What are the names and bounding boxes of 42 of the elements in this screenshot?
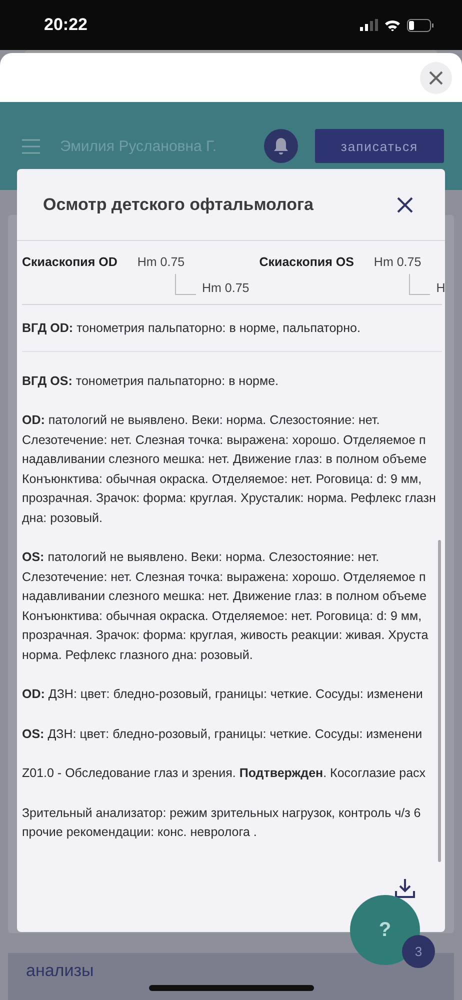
text-line: Конъюнктива: обычная окраска. Отделяемое: нет. Роговица: d: 9 мм,: [22, 470, 423, 488]
text-line: дна: розовый.: [22, 510, 104, 527]
text-line: Слезотечение: нет. Слезная точка: выражена: хорошо. Отделяемое п: [22, 432, 427, 449]
text-line: OD: ДЗН: цвет: бледно-розовый, границы: четкие. Сосуды: изменени: [22, 686, 424, 703]
text-line: прозрачная. Зрачок: форма: круглая, живость реакции: живая. Хруста: [22, 627, 430, 644]
text-line: Слезотечение: нет. Слезная точка: выражена: хорошо. Отделяемое п: [22, 568, 427, 586]
text-line: ВГД OD: тонометрия пальпаторно: в норме, пальпаторно.: [22, 320, 362, 337]
field-value: Hm 0.75: [202, 281, 250, 295]
signal-icon: [360, 19, 378, 31]
text-line: норма. Рефлекс глазного дна: розовый.: [22, 646, 254, 664]
status-time: 20:22: [44, 15, 88, 35]
text-line: прозрачная. Зрачок: форма: круглая. Хрусталик: норма. Рефлекс глазн: [22, 490, 437, 507]
text-line: OS: патологий не выявлено. Веки: норма. Слезостояние: нет.: [22, 549, 380, 566]
text-line: ВГД OS: тонометрия пальпаторно: в норме.: [22, 372, 280, 390]
text-line: надавливании слезного мешка: нет. Движение глаз: в полном объеме: [22, 451, 428, 468]
field-value: Hm 0.75: [374, 255, 422, 269]
field-label: Скиаскопия OS: [259, 255, 354, 269]
bracket-line: [409, 274, 430, 295]
text-line: OD: патологий не выявлено. Веки: норма. Слезостояние: нет.: [22, 412, 381, 429]
signup-button[interactable]: записаться: [315, 129, 444, 163]
close-button[interactable]: [420, 62, 452, 94]
field-value: Hm 0.75: [137, 255, 185, 269]
download-icon: [395, 878, 415, 898]
bracket-line: [175, 274, 196, 295]
download-button[interactable]: [395, 878, 415, 898]
field-value: H: [436, 281, 445, 295]
text-line: Конъюнктива: обычная окраска. Отделяемое: нет. Роговица: d: 9 мм,: [22, 608, 423, 625]
bell-icon: [273, 137, 289, 155]
close-button[interactable]: [397, 196, 413, 212]
text-line: OS: ДЗН: цвет: бледно-розовый, границы: четкие. Сосуды: изменени: [22, 726, 424, 743]
section-title: анализы: [26, 961, 94, 980]
text-line: Зрительный анализатор: режим зрительных нагрузок, контроль ч/з 6: [22, 804, 422, 822]
text-line: надавливании слезного мешка: нет. Движение глаз: в полном объеме: [22, 588, 428, 605]
field-label: Скиаскопия OD: [22, 255, 118, 269]
text-line: Z01.0 - Обследование глаз и зрения. Подтвержден. Косоглазие расх: [22, 765, 427, 782]
text-line: прочие рекомендации: конс. невролога .: [22, 824, 258, 841]
notifications-button[interactable]: [264, 129, 298, 163]
close-icon: [429, 71, 443, 85]
wifi-icon: [384, 19, 401, 31]
modal-title: Осмотр детского офтальмолога: [43, 194, 314, 214]
close-icon: [397, 196, 413, 212]
battery-icon: [407, 18, 434, 32]
